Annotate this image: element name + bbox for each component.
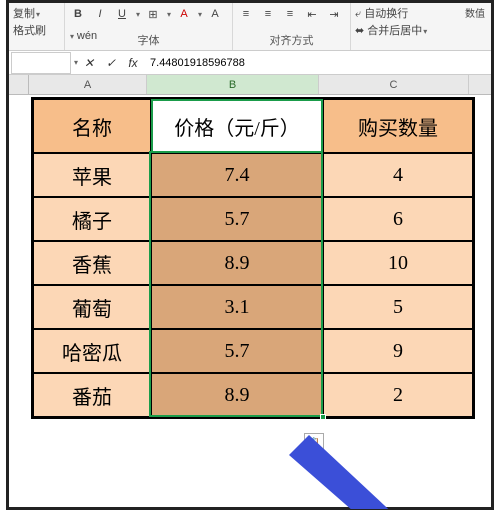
header-price[interactable]: 价格（元/斤） <box>151 99 323 153</box>
font-color-button[interactable]: A <box>206 5 224 23</box>
col-header-b[interactable]: B <box>147 75 319 94</box>
cell-name[interactable]: 苹果 <box>33 153 151 197</box>
indent-dec-button[interactable]: ⇤ <box>303 5 321 23</box>
border-button[interactable]: ⊞ <box>144 5 162 23</box>
align-bot-button[interactable]: ≡ <box>281 5 299 23</box>
cell-qty[interactable]: 5 <box>323 285 473 329</box>
cell-qty[interactable]: 2 <box>323 373 473 417</box>
cell-qty[interactable]: 9 <box>323 329 473 373</box>
cancel-button[interactable]: ✕ <box>78 56 100 70</box>
align-mid-button[interactable]: ≡ <box>259 5 277 23</box>
cell-qty[interactable]: 4 <box>323 153 473 197</box>
formula-bar: ▾ ✕ ✓ fx <box>9 51 491 75</box>
cell-qty[interactable]: 10 <box>323 241 473 285</box>
cell-name[interactable]: 葡萄 <box>33 285 151 329</box>
cell-price[interactable]: 5.7 <box>151 329 323 373</box>
copy-button[interactable]: 复制▾ <box>13 5 40 21</box>
cell-name[interactable]: 香蕉 <box>33 241 151 285</box>
header-qty[interactable]: 购买数量 <box>323 99 473 153</box>
col-header-c[interactable]: C <box>319 75 469 94</box>
fill-handle[interactable] <box>320 414 326 420</box>
merge-center-button[interactable]: ⬌ 合并后居中▾ <box>355 22 427 38</box>
align-group-label: 对齐方式 <box>233 32 350 48</box>
cell-price[interactable]: 8.9 <box>151 241 323 285</box>
cell-qty[interactable]: 6 <box>323 197 473 241</box>
indent-inc-button[interactable]: ⇥ <box>325 5 343 23</box>
underline-button[interactable]: U <box>113 5 131 23</box>
align-top-button[interactable]: ≡ <box>237 5 255 23</box>
fill-color-button[interactable]: A <box>175 5 193 23</box>
annotation-arrow-icon <box>269 435 469 509</box>
number-group-label: 数值 <box>465 5 485 20</box>
name-box[interactable] <box>11 52 71 74</box>
fx-button[interactable]: fx <box>122 56 144 70</box>
cell-price[interactable]: 7.4 <box>151 153 323 197</box>
dropdown-icon[interactable]: ▾ <box>136 10 140 19</box>
wrap-text-button[interactable]: ⤶ 自动换行 <box>355 5 408 21</box>
formula-input[interactable] <box>144 52 491 74</box>
cell-price[interactable]: 3.1 <box>151 285 323 329</box>
italic-button[interactable]: I <box>91 5 109 23</box>
data-table: 名称 价格（元/斤） 购买数量 苹果 7.4 4 橘子 5.7 6 香蕉 8.9… <box>31 97 475 419</box>
paste-options-button[interactable]: 📋 <box>304 433 324 453</box>
font-group-label: 字体 <box>65 32 232 48</box>
cell-price[interactable]: 5.7 <box>151 197 323 241</box>
cell-price[interactable]: 8.9 <box>151 373 323 417</box>
cell-name[interactable]: 橘子 <box>33 197 151 241</box>
enter-button[interactable]: ✓ <box>100 56 122 70</box>
select-all-corner[interactable] <box>9 75 29 94</box>
cell-name[interactable]: 番茄 <box>33 373 151 417</box>
format-painter-button[interactable]: 格式刷 <box>13 22 46 38</box>
cell-name[interactable]: 哈密瓜 <box>33 329 151 373</box>
header-name[interactable]: 名称 <box>33 99 151 153</box>
bold-button[interactable]: B <box>69 5 87 23</box>
column-headers: A B C <box>9 75 491 95</box>
cell-grid[interactable]: 名称 价格（元/斤） 购买数量 苹果 7.4 4 橘子 5.7 6 香蕉 8.9… <box>9 95 491 509</box>
ribbon: 复制▾ 格式刷 B I U ▾ ⊞▾ A▾ A▾ wén 字体 ≡ ≡ ≡ ⇤ <box>9 3 491 51</box>
col-header-a[interactable]: A <box>29 75 147 94</box>
